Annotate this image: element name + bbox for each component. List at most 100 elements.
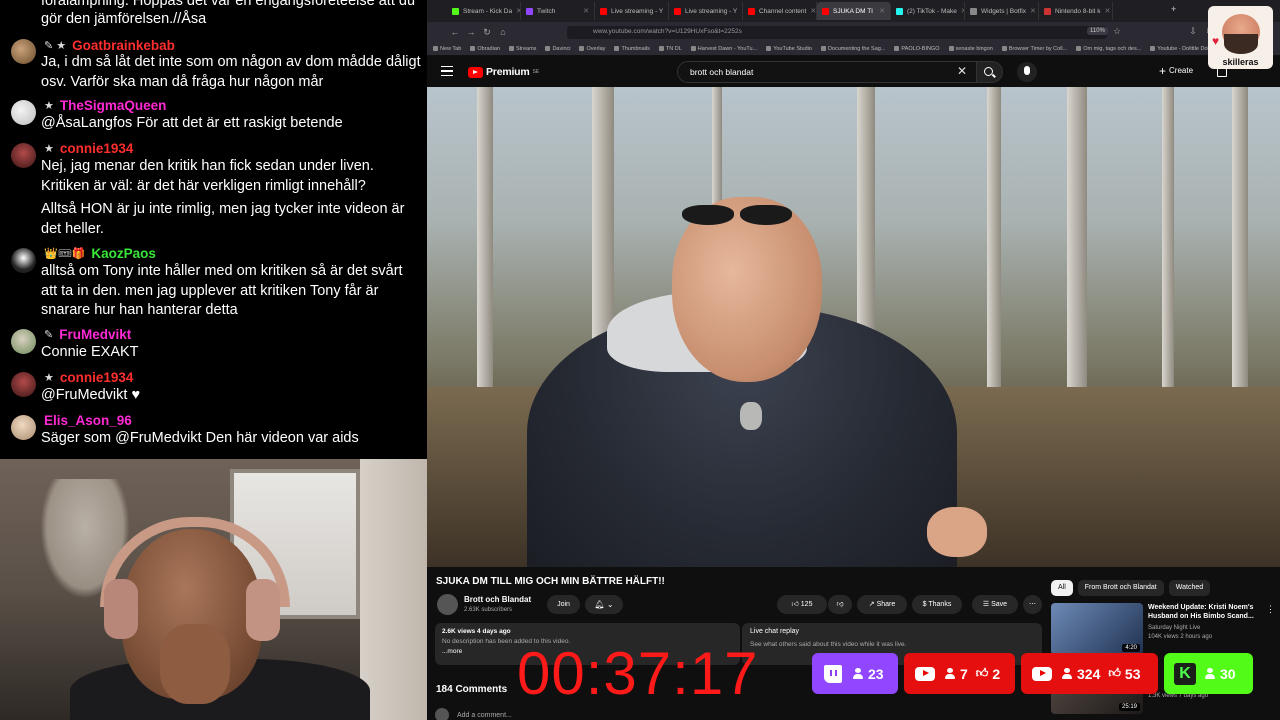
like-button[interactable]: 👍︎ 125 [777, 595, 827, 614]
bookmark-item[interactable]: PAOLO-BINGO [894, 46, 939, 52]
add-comment-placeholder: Add a comment... [457, 711, 512, 719]
browser-tab-active[interactable]: SJUKA DM TI ✕ [817, 2, 891, 20]
user-avatar [11, 248, 36, 273]
create-button[interactable]: + Create [1159, 65, 1194, 77]
address-bar[interactable]: www.youtube.com/watch?v=U129HUxFso&t=225… [567, 26, 1107, 39]
user-avatar [11, 39, 36, 64]
share-button[interactable]: ↗ Share [857, 595, 907, 614]
channel-avatar[interactable] [437, 594, 458, 615]
bookmark-item[interactable]: Harvest Dawn - YouTu... [691, 46, 757, 52]
close-icon[interactable]: ✕ [583, 7, 589, 15]
bookmark-item[interactable]: Obradian [470, 46, 500, 52]
bookmark-item[interactable]: TN DL [659, 46, 682, 52]
bookmark-item[interactable]: Documenting the Sag... [821, 46, 885, 52]
chat-text: Connie EXAKT [41, 344, 139, 360]
bookmark-star-icon[interactable]: ☆ [1109, 26, 1125, 37]
user-avatar [11, 100, 36, 125]
back-arrow-icon[interactable]: ← [447, 27, 463, 37]
youtube-viewer-widget: 7 👍︎ 2 [904, 653, 1015, 694]
subscribed-bell-button[interactable]: 🔔︎ ⌄ [585, 595, 623, 614]
tree-trunk [1162, 87, 1174, 387]
more-actions-icon[interactable]: ⋯ [1023, 595, 1042, 614]
tab-label: (2) TikTok - Make [907, 7, 957, 15]
tab-favicon-icon [674, 7, 681, 15]
voice-search-icon[interactable] [1017, 62, 1037, 82]
bookmark-item[interactable]: Overlay [579, 46, 605, 52]
menu-icon[interactable] [441, 66, 453, 76]
add-comment-field[interactable]: Add a comment... [435, 708, 512, 720]
clear-search-icon[interactable]: ✕ [957, 65, 967, 77]
chip-watched[interactable]: Watched [1168, 580, 1211, 596]
tab-strip: Stream - Kick Da✕ Twitch✕ Live streaming… [427, 0, 1280, 22]
live-chat-replay-subtitle: See what others said about this video wh… [750, 641, 907, 648]
zoom-level[interactable]: 110% [1087, 27, 1108, 35]
youtube-logo[interactable]: Premium SE [468, 66, 539, 78]
browser-tab[interactable]: Stream - Kick Da✕ [447, 2, 521, 20]
viewers-icon [853, 668, 863, 679]
browser-window: Stream - Kick Da✕ Twitch✕ Live streaming… [427, 0, 1280, 720]
user-badges: ✎ ★ [44, 39, 67, 52]
bookmark-item[interactable]: Thumbnails [614, 46, 649, 52]
tab-label: Live streaming - Y [611, 7, 664, 15]
user-avatar [11, 415, 36, 440]
channel-name[interactable]: Brott och Blandat [464, 595, 531, 604]
browser-tab[interactable]: Live streaming - Y✕ [669, 2, 743, 20]
stream-screen: förälampning. Hoppas det var en engångsf… [0, 0, 1280, 720]
close-icon[interactable]: ✕ [1030, 7, 1036, 15]
chat-username[interactable]: Elis_Ason_96 [44, 413, 132, 428]
chip-from-channel[interactable]: From Brott och Blandat [1077, 580, 1164, 596]
bookmark-item[interactable]: senaste bingon [949, 46, 993, 52]
search-button[interactable] [977, 61, 1003, 83]
chat-username[interactable]: connie1934 [60, 370, 134, 385]
tab-favicon-icon [896, 7, 903, 15]
tree-trunk [477, 87, 493, 417]
view-date-meta: 2.6K views 4 days ago [442, 628, 511, 635]
chat-username[interactable]: Goatbrainkebab [72, 38, 175, 53]
tab-favicon-icon [748, 7, 755, 15]
recommended-video[interactable]: 4:20 Weekend Update: Kristi Noem's Husba… [1051, 603, 1273, 655]
search-input[interactable]: brott och blandat [677, 61, 977, 83]
tree-trunk [1067, 87, 1087, 417]
chip-all[interactable]: All [1051, 580, 1073, 596]
user-badges: 👑🎟🎁 [44, 247, 86, 260]
home-icon[interactable]: ⌂ [495, 27, 511, 37]
chat-text: Alltså HON är ju inte rimlig, men jag ty… [41, 201, 405, 237]
browser-tab[interactable]: Widgets | Botfix ✕ [965, 2, 1039, 20]
close-icon[interactable]: ✕ [879, 7, 885, 15]
chat-username[interactable]: FruMedvikt [59, 327, 131, 342]
browser-tab[interactable]: Twitch ✕ [521, 2, 595, 20]
save-button[interactable]: ☰ Save [972, 595, 1018, 614]
bookmark-item[interactable]: Youtube - Dolittle Dok... [1150, 46, 1215, 52]
youtube-header: Premium SE brott och blandat ✕ + Create [427, 57, 1280, 87]
chat-username[interactable]: KaozPaos [91, 246, 156, 261]
dislike-button[interactable]: 👎︎ [828, 595, 852, 614]
bookmark-item[interactable]: YouTube Studio [766, 46, 812, 52]
bookmark-item[interactable]: Davinci [545, 46, 570, 52]
bookmark-item[interactable]: New Tab [433, 46, 461, 52]
bookmark-item[interactable]: Streams [509, 46, 536, 52]
browser-tab[interactable]: (2) TikTok - Make✕ [891, 2, 965, 20]
close-icon[interactable]: ✕ [810, 7, 816, 15]
browser-tab[interactable]: Live streaming - Y✕ [595, 2, 669, 20]
forward-arrow-icon[interactable]: → [463, 27, 479, 37]
more-options-icon[interactable]: ⋮ [1266, 604, 1275, 615]
close-icon[interactable]: ✕ [1105, 7, 1111, 15]
new-tab-icon[interactable]: + [1171, 4, 1176, 14]
chat-text: Nej, jag menar den kritik han fick sedan… [41, 158, 374, 194]
join-button[interactable]: Join [547, 595, 580, 614]
youtube-like-count: 53 [1124, 665, 1141, 682]
bookmark-item[interactable]: Browser Timer by Coll... [1002, 46, 1067, 52]
bookmark-item[interactable]: Om mig, tags och des... [1076, 46, 1141, 52]
browser-tab[interactable]: Nintendo 8-bit k ✕ [1039, 2, 1113, 20]
thanks-button[interactable]: $ Thanks [912, 595, 962, 614]
kick-viewer-widget: K 30 [1164, 653, 1253, 694]
browser-tab[interactable]: Channel content ✕ [743, 2, 817, 20]
chat-username[interactable]: TheSigmaQueen [60, 98, 167, 113]
create-label: Create [1169, 66, 1194, 75]
lapel-mic [740, 402, 762, 430]
download-icon[interactable]: ⇩ [1185, 26, 1201, 37]
chat-username[interactable]: connie1934 [60, 141, 134, 156]
reload-icon[interactable]: ↻ [479, 27, 495, 38]
youtube-viewer-count: 324 [1077, 665, 1101, 682]
video-player[interactable] [427, 87, 1280, 567]
